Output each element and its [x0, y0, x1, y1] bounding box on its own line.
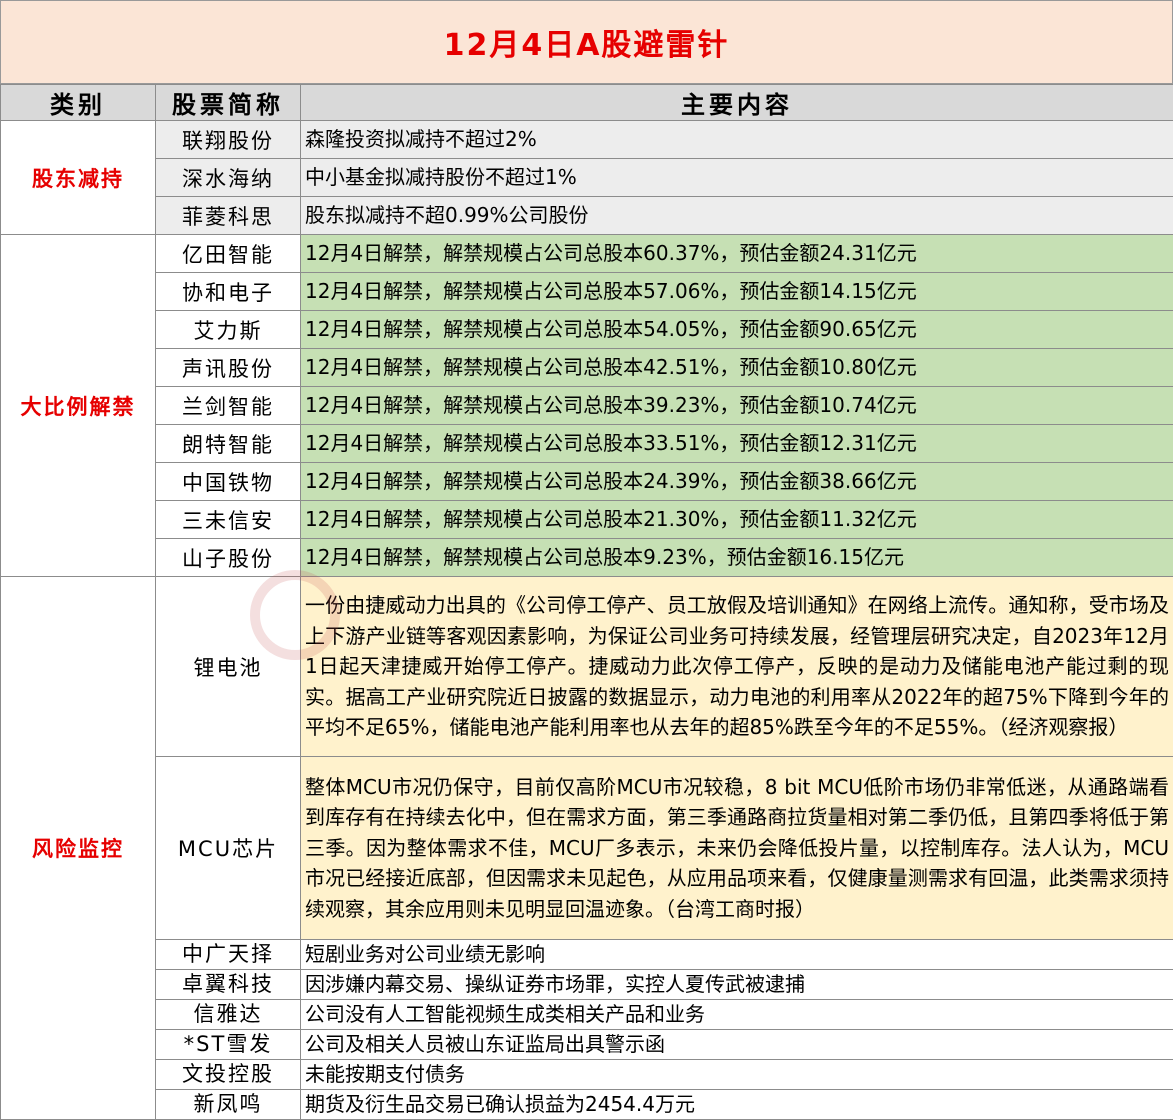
header-content: 主要内容: [301, 85, 1173, 121]
table-row: 新凤鸣 期货及衍生品交易已确认损益为2454.4万元: [1, 1090, 1173, 1120]
stock-name: 卓翼科技: [156, 970, 301, 1000]
table-row: 信雅达 公司没有人工智能视频生成类相关产品和业务: [1, 1000, 1173, 1030]
table-row: 中国铁物 12月4日解禁，解禁规模占公司总股本24.39%，预估金额38.66亿…: [1, 463, 1173, 501]
category-reduce: 股东减持: [1, 121, 156, 235]
stock-name: 锂电池: [156, 577, 301, 757]
header-row: 类别 股票简称 主要内容: [1, 85, 1173, 121]
stock-content: 整体MCU市况仍保守，目前仅高阶MCU市况较稳，8 bit MCU低阶市场仍非常…: [301, 757, 1173, 940]
table-row: *ST雪发 公司及相关人员被山东证监局出具警示函: [1, 1030, 1173, 1060]
stock-content: 因涉嫌内幕交易、操纵证券市场罪，实控人夏传武被逮捕: [301, 970, 1173, 1000]
table-row: 中广天择 短剧业务对公司业绩无影响: [1, 940, 1173, 970]
stock-name: 山子股份: [156, 539, 301, 577]
stock-name: MCU芯片: [156, 757, 301, 940]
table-row: 朗特智能 12月4日解禁，解禁规模占公司总股本33.51%，预估金额12.31亿…: [1, 425, 1173, 463]
stock-name: 联翔股份: [156, 121, 301, 159]
stock-content: 公司及相关人员被山东证监局出具警示函: [301, 1030, 1173, 1060]
stock-content: 未能按期支付债务: [301, 1060, 1173, 1090]
stock-name: 深水海纳: [156, 159, 301, 197]
stock-name: 朗特智能: [156, 425, 301, 463]
table-row: 股东减持 联翔股份 森隆投资拟减持不超过2%: [1, 121, 1173, 159]
stock-name: 协和电子: [156, 273, 301, 311]
page-title: 12月4日A股避雷针: [0, 0, 1173, 84]
table-row: 风险监控 锂电池 一份由捷威动力出具的《公司停工停产、员工放假及培训通知》在网络…: [1, 577, 1173, 757]
stock-content: 12月4日解禁，解禁规模占公司总股本9.23%，预估金额16.15亿元: [301, 539, 1173, 577]
stock-name: *ST雪发: [156, 1030, 301, 1060]
category-unlock: 大比例解禁: [1, 235, 156, 577]
table-row: 大比例解禁 亿田智能 12月4日解禁，解禁规模占公司总股本60.37%，预估金额…: [1, 235, 1173, 273]
stock-content: 12月4日解禁，解禁规模占公司总股本33.51%，预估金额12.31亿元: [301, 425, 1173, 463]
header-stock: 股票简称: [156, 85, 301, 121]
stock-name: 兰剑智能: [156, 387, 301, 425]
stock-content: 短剧业务对公司业绩无影响: [301, 940, 1173, 970]
table-row: 山子股份 12月4日解禁，解禁规模占公司总股本9.23%，预估金额16.15亿元: [1, 539, 1173, 577]
stock-content: 12月4日解禁，解禁规模占公司总股本24.39%，预估金额38.66亿元: [301, 463, 1173, 501]
table-row: 兰剑智能 12月4日解禁，解禁规模占公司总股本39.23%，预估金额10.74亿…: [1, 387, 1173, 425]
stock-name: 新凤鸣: [156, 1090, 301, 1120]
stock-name: 信雅达: [156, 1000, 301, 1030]
stock-content: 12月4日解禁，解禁规模占公司总股本57.06%，预估金额14.15亿元: [301, 273, 1173, 311]
table-row: MCU芯片 整体MCU市况仍保守，目前仅高阶MCU市况较稳，8 bit MCU低…: [1, 757, 1173, 940]
stock-content: 一份由捷威动力出具的《公司停工停产、员工放假及培训通知》在网络上流传。通知称，受…: [301, 577, 1173, 757]
stock-content: 12月4日解禁，解禁规模占公司总股本42.51%，预估金额10.80亿元: [301, 349, 1173, 387]
stock-content: 12月4日解禁，解禁规模占公司总股本39.23%，预估金额10.74亿元: [301, 387, 1173, 425]
stock-content: 森隆投资拟减持不超过2%: [301, 121, 1173, 159]
table-row: 艾力斯 12月4日解禁，解禁规模占公司总股本54.05%，预估金额90.65亿元: [1, 311, 1173, 349]
stock-content: 12月4日解禁，解禁规模占公司总股本60.37%，预估金额24.31亿元: [301, 235, 1173, 273]
table-row: 卓翼科技 因涉嫌内幕交易、操纵证券市场罪，实控人夏传武被逮捕: [1, 970, 1173, 1000]
stock-name: 中国铁物: [156, 463, 301, 501]
table-row: 文投控股 未能按期支付债务: [1, 1060, 1173, 1090]
stock-name: 艾力斯: [156, 311, 301, 349]
stock-name: 文投控股: [156, 1060, 301, 1090]
stock-name: 三未信安: [156, 501, 301, 539]
stock-content: 期货及衍生品交易已确认损益为2454.4万元: [301, 1090, 1173, 1120]
stock-name: 中广天择: [156, 940, 301, 970]
table-row: 协和电子 12月4日解禁，解禁规模占公司总股本57.06%，预估金额14.15亿…: [1, 273, 1173, 311]
stock-name: 菲菱科思: [156, 197, 301, 235]
risk-table: 类别 股票简称 主要内容 股东减持 联翔股份 森隆投资拟减持不超过2% 深水海纳…: [0, 84, 1173, 1120]
header-category: 类别: [1, 85, 156, 121]
table-row: 声讯股份 12月4日解禁，解禁规模占公司总股本42.51%，预估金额10.80亿…: [1, 349, 1173, 387]
stock-name: 亿田智能: [156, 235, 301, 273]
table-row: 菲菱科思 股东拟减持不超0.99%公司股份: [1, 197, 1173, 235]
category-risk: 风险监控: [1, 577, 156, 1120]
stock-content: 公司没有人工智能视频生成类相关产品和业务: [301, 1000, 1173, 1030]
table-row: 深水海纳 中小基金拟减持股份不超过1%: [1, 159, 1173, 197]
stock-content: 股东拟减持不超0.99%公司股份: [301, 197, 1173, 235]
table-row: 三未信安 12月4日解禁，解禁规模占公司总股本21.30%，预估金额11.32亿…: [1, 501, 1173, 539]
stock-content: 中小基金拟减持股份不超过1%: [301, 159, 1173, 197]
stock-content: 12月4日解禁，解禁规模占公司总股本21.30%，预估金额11.32亿元: [301, 501, 1173, 539]
stock-content: 12月4日解禁，解禁规模占公司总股本54.05%，预估金额90.65亿元: [301, 311, 1173, 349]
stock-name: 声讯股份: [156, 349, 301, 387]
